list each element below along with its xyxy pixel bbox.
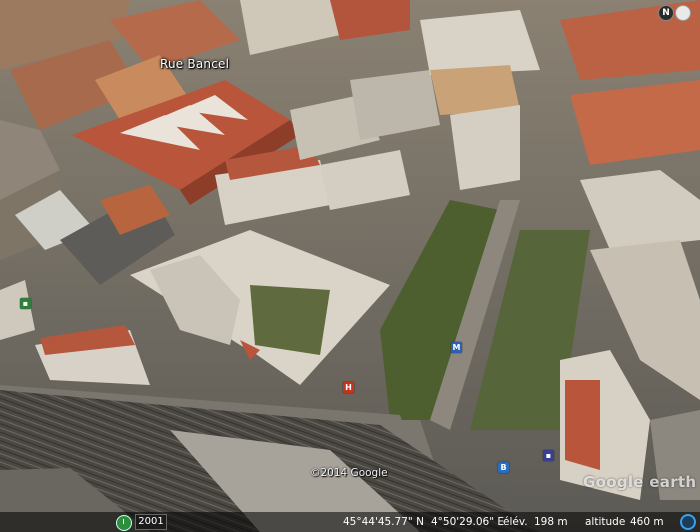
bus-stop-icon[interactable]: B	[498, 462, 509, 473]
historical-imagery-icon[interactable]	[116, 515, 132, 531]
station-icon[interactable]: ▪	[543, 450, 554, 461]
compass[interactable]: N	[658, 5, 694, 21]
aerial-imagery[interactable]	[0, 0, 700, 532]
streaming-status-icon	[680, 514, 696, 530]
altitude-value: 460 m	[630, 516, 664, 528]
longitude-readout: 4°50'29.06" E	[431, 516, 505, 528]
navigation-ring-icon[interactable]	[675, 5, 691, 21]
status-bar: 2001 45°44'45.77" N 4°50'29.06" E élév. …	[0, 512, 700, 532]
latitude-readout: 45°44'45.77" N	[343, 516, 424, 528]
watermark-logo: Google earth	[583, 473, 697, 491]
hospital-icon[interactable]: H	[343, 382, 354, 393]
tram-stop-icon[interactable]: ▪	[20, 298, 31, 309]
metro-icon[interactable]: M	[451, 342, 462, 353]
map-viewport[interactable]: Rue Bancel M H B ▪ ▪ N ©2014 Google Goog…	[0, 0, 700, 532]
street-label: Rue Bancel	[160, 57, 230, 71]
altitude-label: altitude	[585, 516, 626, 528]
north-icon[interactable]: N	[658, 5, 674, 21]
imagery-year[interactable]: 2001	[135, 514, 167, 530]
copyright-notice: ©2014 Google	[310, 467, 388, 479]
elevation-value: 198 m	[534, 516, 568, 528]
elevation-label: élév.	[503, 516, 528, 528]
